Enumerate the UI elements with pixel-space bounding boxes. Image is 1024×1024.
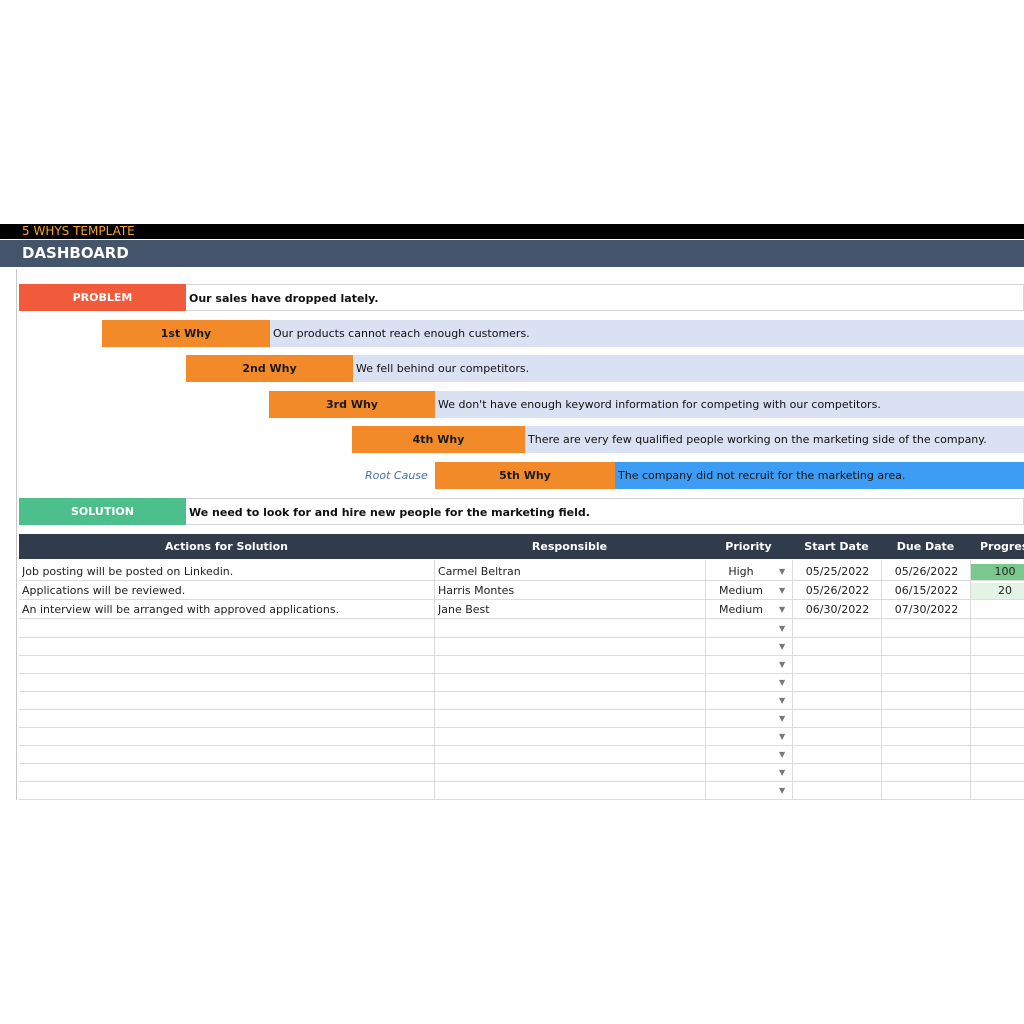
template-title-bar: 5 WHYS TEMPLATE — [0, 224, 1024, 239]
table-row-empty[interactable]: ▼ — [19, 764, 1024, 782]
responsible-cell[interactable]: Harris Montes — [438, 582, 703, 600]
dropdown-arrow-icon[interactable]: ▼ — [779, 620, 785, 638]
priority-cell[interactable]: Medium — [706, 582, 776, 600]
header-actions: Actions for Solution — [165, 540, 288, 553]
dropdown-arrow-icon[interactable]: ▼ — [779, 656, 785, 674]
table-row[interactable]: Job posting will be posted on Linkedin. … — [19, 563, 1024, 581]
header-priority: Priority — [725, 540, 772, 553]
dropdown-arrow-icon[interactable]: ▼ — [779, 674, 785, 692]
why-label-2: 2nd Why — [186, 355, 353, 382]
why-text-3[interactable]: We don't have enough keyword information… — [435, 391, 1024, 418]
priority-cell[interactable]: High — [706, 563, 776, 581]
dropdown-arrow-icon[interactable]: ▼ — [779, 764, 785, 782]
why-label-5: 5th Why — [435, 462, 615, 489]
action-cell[interactable]: An interview will be arranged with appro… — [22, 601, 432, 619]
table-row-empty[interactable]: ▼ — [19, 620, 1024, 638]
due-date-cell[interactable]: 07/30/2022 — [882, 601, 971, 619]
dropdown-arrow-icon[interactable]: ▼ — [779, 563, 785, 581]
why-text-5[interactable]: The company did not recruit for the mark… — [615, 462, 1024, 489]
dropdown-arrow-icon[interactable]: ▼ — [779, 601, 785, 619]
dashboard-bar: DASHBOARD — [0, 240, 1024, 267]
start-date-cell[interactable]: 06/30/2022 — [793, 601, 882, 619]
why-text-2[interactable]: We fell behind our competitors. — [353, 355, 1024, 382]
table-row-empty[interactable]: ▼ — [19, 746, 1024, 764]
actions-table-header: Actions for Solution Responsible Priorit… — [19, 534, 1024, 559]
dropdown-arrow-icon[interactable]: ▼ — [779, 746, 785, 764]
start-date-cell[interactable]: 05/25/2022 — [793, 563, 882, 581]
table-row-empty[interactable]: ▼ — [19, 674, 1024, 692]
header-responsible: Responsible — [531, 540, 608, 553]
dropdown-arrow-icon[interactable]: ▼ — [779, 582, 785, 600]
priority-cell[interactable]: Medium — [706, 601, 776, 619]
table-row[interactable]: An interview will be arranged with appro… — [19, 601, 1024, 619]
progress-cell[interactable] — [971, 602, 1024, 618]
frame-border — [16, 269, 17, 800]
why-label-4: 4th Why — [352, 426, 525, 453]
solution-text[interactable]: We need to look for and hire new people … — [186, 498, 1024, 525]
header-start-date: Start Date — [804, 540, 869, 553]
template-title: 5 WHYS TEMPLATE — [22, 224, 135, 238]
header-progress: Progress — [980, 540, 1024, 553]
action-cell[interactable]: Applications will be reviewed. — [22, 582, 432, 600]
table-row-empty[interactable]: ▼ — [19, 692, 1024, 710]
dropdown-arrow-icon[interactable]: ▼ — [779, 692, 785, 710]
problem-text[interactable]: Our sales have dropped lately. — [186, 284, 1024, 311]
problem-label: PROBLEM — [19, 284, 186, 311]
due-date-cell[interactable]: 05/26/2022 — [882, 563, 971, 581]
start-date-cell[interactable]: 05/26/2022 — [793, 582, 882, 600]
table-row-empty[interactable]: ▼ — [19, 728, 1024, 746]
header-due-date: Due Date — [896, 540, 955, 553]
why-text-4[interactable]: There are very few qualified people work… — [525, 426, 1024, 453]
table-row-empty[interactable]: ▼ — [19, 656, 1024, 674]
solution-label: SOLUTION — [19, 498, 186, 525]
why-label-1: 1st Why — [102, 320, 270, 347]
action-cell[interactable]: Job posting will be posted on Linkedin. — [22, 563, 432, 581]
spreadsheet-dashboard: 5 WHYS TEMPLATE DASHBOARD PROBLEM Our sa… — [0, 224, 1024, 800]
progress-cell[interactable]: 20 — [971, 583, 1024, 599]
dropdown-arrow-icon[interactable]: ▼ — [779, 710, 785, 728]
responsible-cell[interactable]: Carmel Beltran — [438, 563, 703, 581]
dropdown-arrow-icon[interactable]: ▼ — [779, 638, 785, 656]
table-row-empty[interactable]: ▼ — [19, 638, 1024, 656]
responsible-cell[interactable]: Jane Best — [438, 601, 703, 619]
table-row-empty[interactable]: ▼ — [19, 782, 1024, 800]
why-label-3: 3rd Why — [269, 391, 435, 418]
why-text-1[interactable]: Our products cannot reach enough custome… — [270, 320, 1024, 347]
dropdown-arrow-icon[interactable]: ▼ — [779, 728, 785, 746]
dashboard-title: DASHBOARD — [22, 244, 129, 262]
due-date-cell[interactable]: 06/15/2022 — [882, 582, 971, 600]
root-cause-label: Root Cause — [365, 469, 428, 482]
table-row-empty[interactable]: ▼ — [19, 710, 1024, 728]
dropdown-arrow-icon[interactable]: ▼ — [779, 782, 785, 800]
table-row[interactable]: Applications will be reviewed. Harris Mo… — [19, 582, 1024, 600]
progress-cell[interactable]: 100 — [971, 564, 1024, 580]
